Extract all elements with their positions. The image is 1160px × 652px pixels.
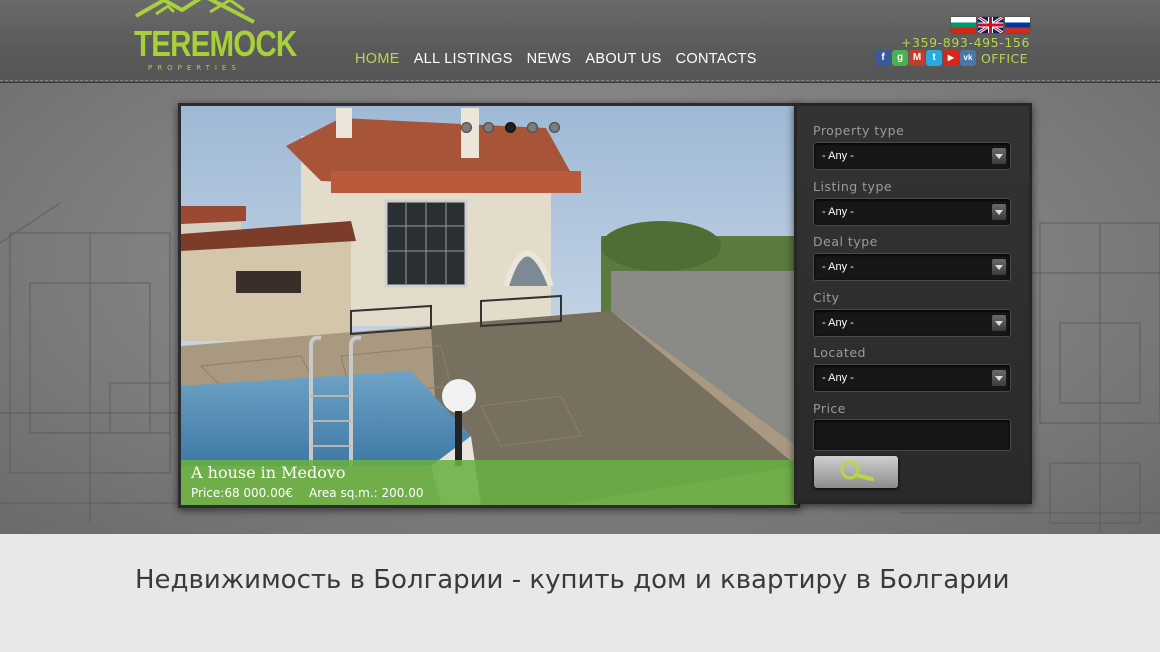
page-title: Недвижимость в Болгарии - купить дом и к… <box>135 565 1010 595</box>
office-link[interactable]: OFFICE <box>981 51 1028 66</box>
select-value: - Any - <box>822 317 854 329</box>
google-icon[interactable]: g <box>892 50 908 66</box>
site-logo[interactable]: TEREMOCK PROPERTIES <box>134 0 297 76</box>
uk-flag-icon[interactable] <box>978 17 1003 33</box>
nav-all-listings[interactable]: ALL LISTINGS <box>414 51 513 67</box>
slider-pagination <box>461 122 560 133</box>
chevron-down-icon <box>992 370 1006 386</box>
located-label: Located <box>813 345 866 360</box>
chevron-down-icon <box>992 148 1006 164</box>
listing-area: Area sq.m.: 200.00 <box>309 486 424 500</box>
listing-type-label: Listing type <box>813 179 893 194</box>
hero-band: A house in Medovo Price:68 000.00€ Area … <box>0 83 1160 534</box>
chevron-down-icon <box>992 204 1006 220</box>
header-stitch-divider <box>0 80 1160 81</box>
bg-flag-icon[interactable] <box>951 17 976 33</box>
slider-dot[interactable] <box>483 122 494 133</box>
logo-name: TEREMOCK <box>134 23 297 64</box>
deal-type-label: Deal type <box>813 234 878 249</box>
property-type-select[interactable]: - Any - <box>813 142 1011 170</box>
vk-icon[interactable]: vk <box>960 50 976 66</box>
social-links: f g M t ▶ vk OFFICE <box>875 50 1028 66</box>
slide-caption[interactable]: A house in Medovo Price:68 000.00€ Area … <box>181 460 797 505</box>
phone-number[interactable]: +359-893-495-156 <box>901 35 1030 50</box>
city-label: City <box>813 290 840 305</box>
chevron-down-icon <box>992 315 1006 331</box>
nav-about-us[interactable]: ABOUT US <box>585 51 661 67</box>
twitter-icon[interactable]: t <box>926 50 942 66</box>
select-value: - Any - <box>822 206 854 218</box>
chevron-down-icon <box>992 259 1006 275</box>
search-button[interactable] <box>814 456 898 488</box>
listing-meta: Price:68 000.00€ Area sq.m.: 200.00 <box>191 486 424 500</box>
slider-dot[interactable] <box>549 122 560 133</box>
slider-dot[interactable] <box>527 122 538 133</box>
deal-type-select[interactable]: - Any - <box>813 253 1011 281</box>
property-search-panel: Property type - Any - Listing type - Any… <box>794 103 1032 504</box>
slider-dot[interactable] <box>461 122 472 133</box>
main-nav: HOME ALL LISTINGS NEWS ABOUT US CONTACTS <box>355 51 757 67</box>
price-input[interactable] <box>813 419 1011 451</box>
youtube-icon[interactable]: ▶ <box>943 50 959 66</box>
language-switcher <box>951 17 1030 33</box>
nav-contacts[interactable]: CONTACTS <box>676 51 757 67</box>
listing-photo <box>181 106 797 505</box>
located-select[interactable]: - Any - <box>813 364 1011 392</box>
listing-type-select[interactable]: - Any - <box>813 198 1011 226</box>
select-value: - Any - <box>822 372 854 384</box>
slider-dot-current[interactable] <box>505 122 516 133</box>
listing-title[interactable]: A house in Medovo <box>191 463 346 482</box>
city-select[interactable]: - Any - <box>813 309 1011 337</box>
nav-home[interactable]: HOME <box>355 51 400 67</box>
magnifier-icon <box>840 460 874 481</box>
site-header: TEREMOCK PROPERTIES HOME ALL LISTINGS NE… <box>0 0 1160 83</box>
featured-listing-slider[interactable]: A house in Medovo Price:68 000.00€ Area … <box>178 103 800 508</box>
gmail-icon[interactable]: M <box>909 50 925 66</box>
property-type-label: Property type <box>813 123 905 138</box>
select-value: - Any - <box>822 150 854 162</box>
ru-flag-icon[interactable] <box>1005 17 1030 33</box>
select-value: - Any - <box>822 261 854 273</box>
facebook-icon[interactable]: f <box>875 50 891 66</box>
nav-news[interactable]: NEWS <box>527 51 572 67</box>
logo-subtitle: PROPERTIES <box>148 64 241 72</box>
listing-price: Price:68 000.00€ <box>191 486 294 500</box>
price-label: Price <box>813 401 846 416</box>
